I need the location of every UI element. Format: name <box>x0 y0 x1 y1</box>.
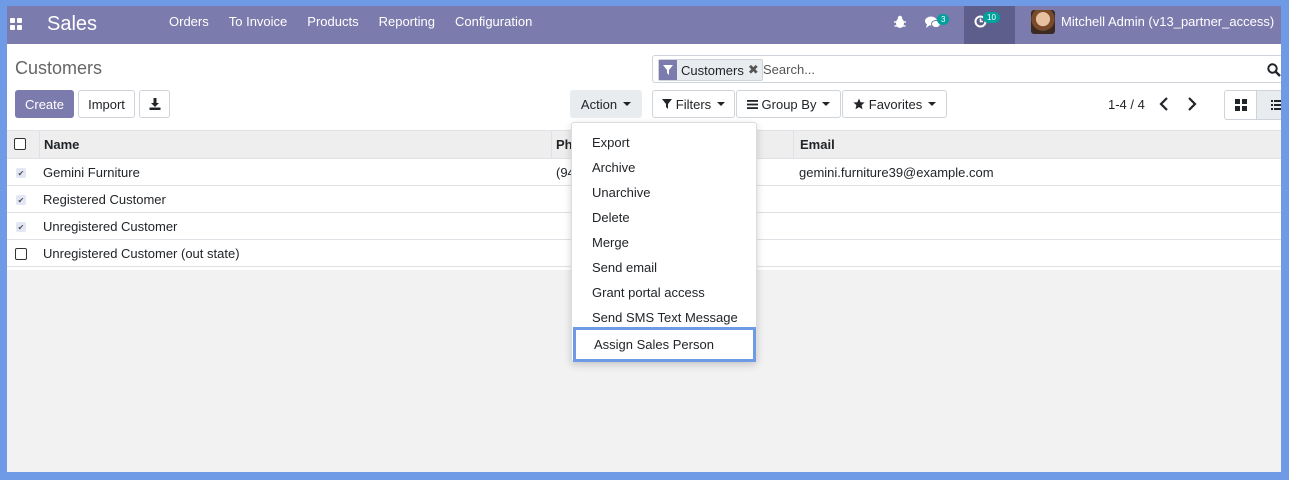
favorites-label: Favorites <box>868 96 923 112</box>
view-switcher <box>1224 90 1281 120</box>
group-by-button[interactable]: Group By <box>736 90 841 118</box>
caret-down-icon <box>717 102 726 106</box>
favorites-button[interactable]: Favorites <box>842 90 947 118</box>
avatar <box>1031 9 1055 34</box>
create-button[interactable]: Create <box>15 90 74 118</box>
menu-reporting[interactable]: Reporting <box>369 6 445 44</box>
group-by-label: Group By <box>761 96 817 112</box>
row-checkbox[interactable]: ✔ <box>16 195 26 205</box>
action-export[interactable]: Export <box>572 130 756 155</box>
action-dropdown-toggle[interactable]: Action <box>570 90 642 118</box>
menu-products[interactable]: Products <box>297 6 368 44</box>
activity-menu[interactable]: 10 <box>964 6 1015 44</box>
bug-icon[interactable] <box>893 15 907 29</box>
column-divider <box>39 131 40 158</box>
menu-to-invoice[interactable]: To Invoice <box>219 6 298 44</box>
facet-remove-icon[interactable]: ✖ <box>748 62 762 78</box>
search-bar[interactable]: Customers ✖ <box>652 55 1281 83</box>
action-label: Action <box>580 96 618 112</box>
cell-email: gemini.furniture39@example.com <box>799 165 994 180</box>
cell-name: Gemini Furniture <box>43 165 140 180</box>
column-divider <box>793 131 794 158</box>
activities-badge: 10 <box>983 12 1000 23</box>
filter-icon <box>661 99 672 109</box>
chevron-left-icon[interactable] <box>1159 97 1169 111</box>
select-all-checkbox[interactable] <box>14 138 26 150</box>
list-icon <box>1271 100 1281 110</box>
action-dropdown-menu: Export Archive Unarchive Delete Merge Se… <box>571 122 757 362</box>
main-menu: Orders To Invoice Products Reporting Con… <box>159 6 542 44</box>
import-button[interactable]: Import <box>78 90 135 118</box>
apps-menu-icon[interactable] <box>10 18 22 30</box>
search-facet: Customers ✖ <box>658 59 763 81</box>
chevron-right-icon[interactable] <box>1187 97 1197 111</box>
column-header-email[interactable]: Email <box>800 137 835 152</box>
top-navbar: Sales Orders To Invoice Products Reporti… <box>7 6 1281 44</box>
action-unarchive[interactable]: Unarchive <box>572 180 756 205</box>
menu-orders[interactable]: Orders <box>159 6 219 44</box>
messages-badge: 3 <box>937 14 950 25</box>
row-checkbox[interactable] <box>15 248 27 260</box>
filters-button[interactable]: Filters <box>652 90 735 118</box>
caret-down-icon <box>623 102 632 106</box>
cell-name: Unregistered Customer <box>43 219 178 234</box>
cell-name: Registered Customer <box>43 192 166 207</box>
action-send-email[interactable]: Send email <box>572 255 756 280</box>
filters-label: Filters <box>675 96 712 112</box>
action-merge[interactable]: Merge <box>572 230 756 255</box>
export-all-button[interactable] <box>139 90 170 118</box>
user-name: Mitchell Admin (v13_partner_access) <box>1061 14 1275 29</box>
pager-value[interactable]: 1-4 / 4 <box>1108 97 1145 112</box>
action-archive[interactable]: Archive <box>572 155 756 180</box>
caret-down-icon <box>928 102 937 106</box>
search-input[interactable] <box>763 60 1243 78</box>
column-divider <box>551 131 552 158</box>
column-header-name[interactable]: Name <box>44 137 79 152</box>
action-delete[interactable]: Delete <box>572 205 756 230</box>
action-grant-portal-access[interactable]: Grant portal access <box>572 280 756 305</box>
caret-down-icon <box>822 102 831 106</box>
app-window: Sales Orders To Invoice Products Reporti… <box>7 6 1281 472</box>
user-menu[interactable]: Mitchell Admin (v13_partner_access) <box>1031 6 1274 37</box>
kanban-icon <box>1234 99 1247 111</box>
kanban-view-button[interactable] <box>1225 91 1256 119</box>
search-icon[interactable] <box>1267 63 1281 77</box>
action-assign-sales-person[interactable]: Assign Sales Person <box>573 327 756 362</box>
bars-icon <box>746 99 758 109</box>
row-checkbox[interactable]: ✔ <box>16 222 26 232</box>
download-icon <box>149 98 160 110</box>
app-brand[interactable]: Sales <box>47 10 97 38</box>
cell-name: Unregistered Customer (out state) <box>43 246 240 261</box>
filter-icon <box>659 60 677 80</box>
page-title: Customers <box>15 58 103 78</box>
row-checkbox[interactable]: ✔ <box>16 168 26 178</box>
facet-label: Customers <box>681 62 744 78</box>
list-view-button[interactable] <box>1256 91 1281 119</box>
menu-configuration[interactable]: Configuration <box>445 6 542 44</box>
star-icon <box>853 98 865 110</box>
